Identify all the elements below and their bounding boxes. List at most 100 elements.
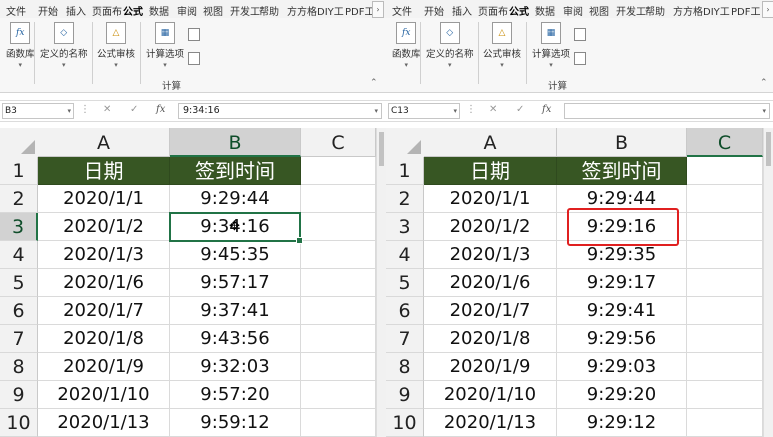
time-cell[interactable]: 9:29:17 (557, 269, 687, 297)
date-cell[interactable]: 2020/1/1 (38, 185, 170, 213)
defined-names-button[interactable]: ◇ 定义的名称 ▾ (40, 22, 88, 69)
date-cell[interactable]: 2020/1/9 (424, 353, 557, 381)
row-header-1[interactable]: 1 (0, 157, 38, 185)
select-all-button[interactable] (0, 128, 39, 158)
vertical-scrollbar[interactable] (376, 128, 386, 437)
tab-11[interactable]: DIY工 (317, 3, 344, 18)
time-cell[interactable]: 9:29:12 (557, 409, 687, 437)
cancel-icon[interactable]: ✕ (103, 104, 111, 115)
name-box[interactable]: B3 ▾ (2, 103, 74, 119)
row-header-9[interactable]: 9 (386, 381, 424, 409)
tab-4[interactable]: 公式 (123, 3, 143, 21)
date-cell[interactable]: 2020/1/10 (424, 381, 557, 409)
row-header-10[interactable]: 10 (0, 409, 38, 437)
calculate-sheet-icon[interactable] (574, 52, 586, 65)
date-cell[interactable]: 2020/1/3 (424, 241, 557, 269)
tab-2[interactable]: 插入 (452, 3, 472, 18)
date-cell[interactable]: 2020/1/8 (424, 325, 557, 353)
time-cell[interactable]: 9:29:44 (557, 185, 687, 213)
column-header-c[interactable]: C (687, 128, 763, 157)
defined-names-button[interactable]: ◇ 定义的名称 ▾ (426, 22, 474, 69)
date-cell[interactable]: 2020/1/13 (424, 409, 557, 437)
select-all-button[interactable] (386, 128, 425, 158)
row-header-2[interactable]: 2 (386, 185, 424, 213)
calculate-sheet-icon[interactable] (188, 52, 200, 65)
time-cell[interactable]: 9:29:20 (557, 381, 687, 409)
function-library-button[interactable]: fx 函数库 ▾ (6, 22, 35, 69)
row-header-6[interactable]: 6 (386, 297, 424, 325)
time-cell[interactable]: 9:29:35 (557, 241, 687, 269)
collapse-ribbon-icon[interactable]: ⌃ (370, 78, 378, 88)
enter-icon[interactable]: ✓ (130, 104, 138, 115)
table-header-cell[interactable]: 日期 (424, 157, 557, 185)
time-cell[interactable]: 9:29:03 (557, 353, 687, 381)
row-header-5[interactable]: 5 (0, 269, 38, 297)
tab-6[interactable]: 审阅 (177, 3, 197, 18)
insert-function-icon[interactable]: fx (156, 104, 165, 115)
time-cell[interactable]: 9:45:35 (170, 241, 301, 269)
tab-3[interactable]: 页面布 (92, 3, 122, 18)
time-cell[interactable]: 9:37:41 (170, 297, 301, 325)
tab-0[interactable]: 文件 (392, 3, 412, 18)
scrollbar-thumb[interactable] (766, 132, 771, 166)
empty-cell[interactable] (687, 353, 763, 381)
table-header-cell[interactable]: 日期 (38, 157, 170, 185)
formula-auditing-button[interactable]: △ 公式审核 ▾ (97, 22, 135, 69)
row-header-9[interactable]: 9 (0, 381, 38, 409)
tab-1[interactable]: 开始 (424, 3, 444, 18)
formula-input[interactable]: 9:34:16 ▾ (178, 103, 382, 119)
row-header-8[interactable]: 8 (386, 353, 424, 381)
time-cell[interactable]: 9:29:41 (557, 297, 687, 325)
row-header-7[interactable]: 7 (386, 325, 424, 353)
date-cell[interactable]: 2020/1/3 (38, 241, 170, 269)
empty-cell[interactable] (687, 213, 763, 241)
row-header-10[interactable]: 10 (386, 409, 424, 437)
row-header-8[interactable]: 8 (0, 353, 38, 381)
row-header-7[interactable]: 7 (0, 325, 38, 353)
empty-cell[interactable] (687, 185, 763, 213)
tab-scroll-right-button[interactable]: › (372, 1, 384, 18)
column-header-a[interactable]: A (424, 128, 557, 157)
enter-icon[interactable]: ✓ (516, 104, 524, 115)
time-cell[interactable]: 9:32:03 (170, 353, 301, 381)
tab-8[interactable]: 开发工 (230, 3, 260, 18)
tab-12[interactable]: PDF工 (345, 3, 374, 18)
tab-7[interactable]: 视图 (589, 3, 609, 18)
time-cell[interactable]: 9:59:12 (170, 409, 301, 437)
time-cell[interactable]: 9:29:44 (170, 185, 301, 213)
empty-cell[interactable] (301, 409, 376, 437)
empty-cell[interactable] (687, 297, 763, 325)
row-header-5[interactable]: 5 (386, 269, 424, 297)
tab-0[interactable]: 文件 (6, 3, 26, 18)
calculation-options-button[interactable]: ▦ 计算选项 ▾ (532, 22, 570, 69)
tab-8[interactable]: 开发工 (616, 3, 646, 18)
empty-cell[interactable] (301, 297, 376, 325)
function-library-button[interactable]: fx 函数库 ▾ (392, 22, 421, 69)
tab-10[interactable]: 方方格 (287, 3, 317, 18)
scrollbar-thumb[interactable] (379, 132, 384, 166)
tab-7[interactable]: 视图 (203, 3, 223, 18)
tab-1[interactable]: 开始 (38, 3, 58, 18)
tab-12[interactable]: PDF工 (731, 3, 760, 18)
column-header-c[interactable]: C (301, 128, 376, 157)
empty-cell[interactable] (301, 269, 376, 297)
date-cell[interactable]: 2020/1/8 (38, 325, 170, 353)
date-cell[interactable]: 2020/1/10 (38, 381, 170, 409)
empty-cell[interactable] (301, 213, 376, 241)
calculate-now-icon[interactable] (188, 28, 200, 41)
row-header-6[interactable]: 6 (0, 297, 38, 325)
empty-cell[interactable] (687, 325, 763, 353)
time-cell[interactable]: 9:29:16 (557, 213, 687, 241)
empty-cell[interactable] (687, 381, 763, 409)
table-header-cell[interactable]: 签到时间 (170, 157, 301, 185)
tab-9[interactable]: 帮助 (645, 3, 665, 18)
formula-input[interactable]: ▾ (564, 103, 770, 119)
cancel-icon[interactable]: ✕ (489, 104, 497, 115)
row-header-3[interactable]: 3 (386, 213, 424, 241)
tab-5[interactable]: 数据 (535, 3, 555, 18)
tab-11[interactable]: DIY工 (703, 3, 730, 18)
column-header-b[interactable]: B (557, 128, 687, 157)
date-cell[interactable]: 2020/1/7 (424, 297, 557, 325)
name-box[interactable]: C13 ▾ (388, 103, 460, 119)
table-header-cell[interactable]: 签到时间 (557, 157, 687, 185)
